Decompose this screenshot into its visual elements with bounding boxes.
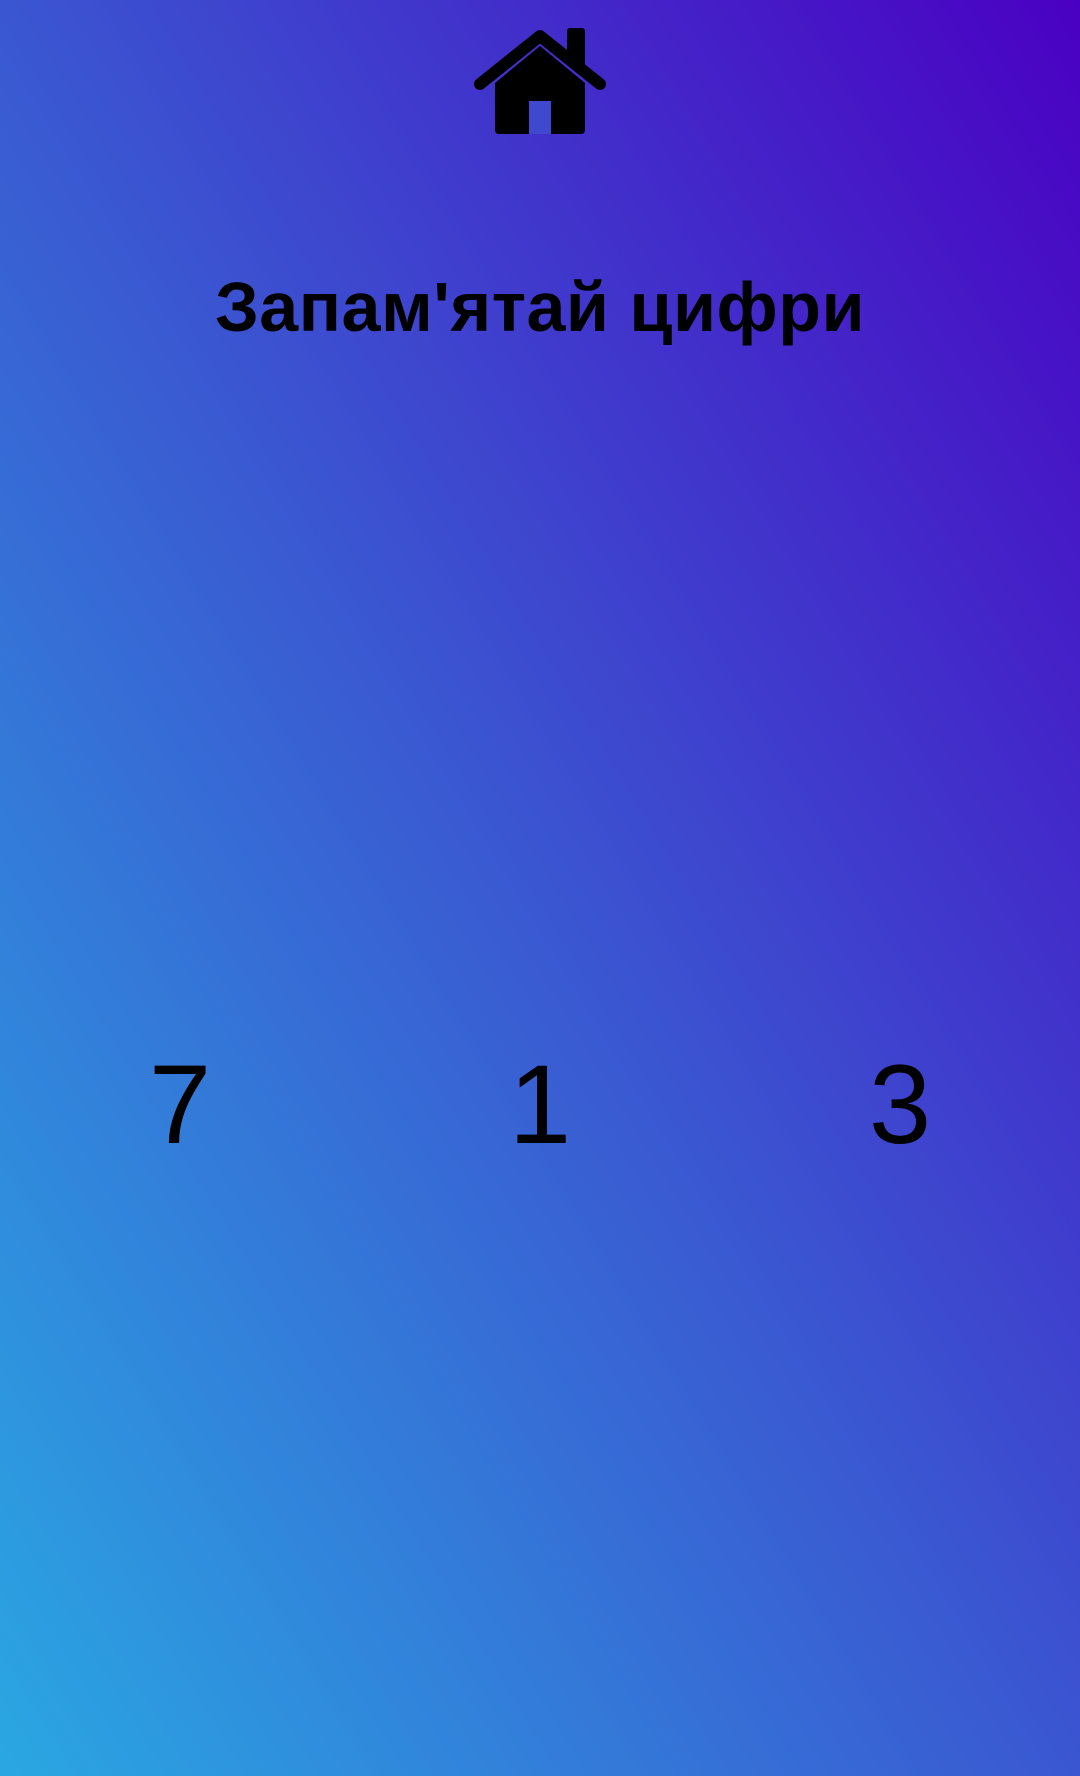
home-button[interactable]: [472, 28, 608, 138]
digit-item: 3: [868, 1042, 932, 1167]
digit-item: 7: [148, 1042, 212, 1167]
digit-sequence: 7 1 3: [0, 1040, 1080, 1170]
digit-item: 1: [508, 1042, 572, 1167]
memorize-digits-screen: Запам'ятай цифри 7 1 3: [0, 0, 1080, 1776]
home-icon: [474, 28, 606, 134]
page-title: Запам'ятай цифри: [214, 268, 866, 346]
